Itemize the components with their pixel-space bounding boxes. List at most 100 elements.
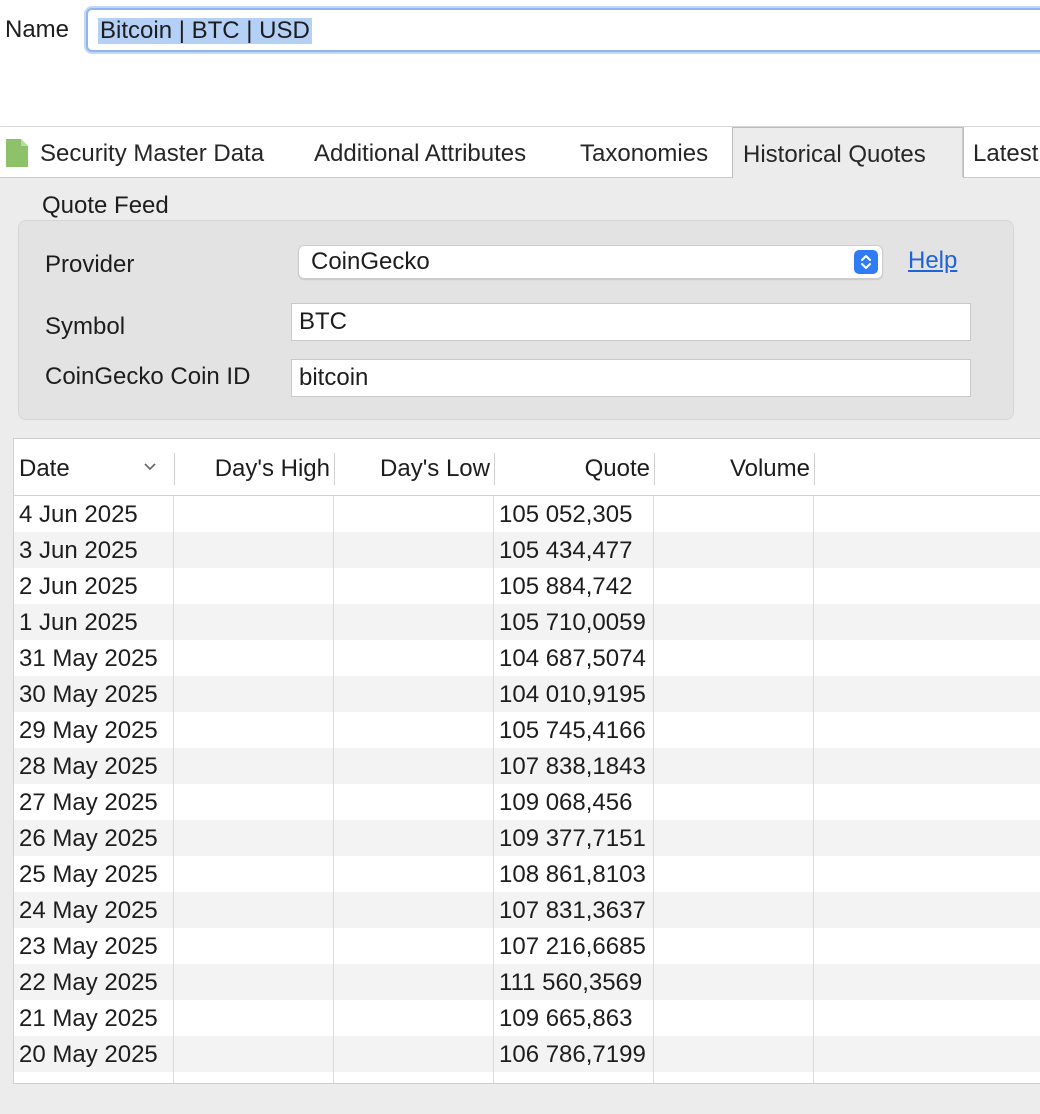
- tab-bar: Security Master Data Additional Attribut…: [0, 127, 1040, 178]
- tab-taxonomies[interactable]: Taxonomies: [570, 127, 718, 177]
- cell-volume: [654, 856, 810, 892]
- name-input-value: Bitcoin | BTC | USD: [98, 17, 312, 44]
- cell-quote: 111 560,3569: [499, 969, 643, 996]
- cell-days-low: [334, 928, 490, 964]
- table-row[interactable]: 22 May 2025 111 560,3569: [14, 964, 1040, 1000]
- cell-days-low: [334, 784, 490, 820]
- column-header-days-high[interactable]: Day's High: [174, 439, 330, 495]
- quote-feed-group: Provider CoinGecko Help Symbol BTC CoinG…: [18, 220, 1014, 420]
- cell-date: 1 Jun 2025: [19, 609, 138, 636]
- cell-days-low: [334, 676, 490, 712]
- cell-date: 4 Jun 2025: [19, 501, 138, 528]
- cell-days-low: [334, 496, 490, 532]
- table-row[interactable]: 29 May 2025 105 745,4166: [14, 712, 1040, 748]
- cell-quote: 107 831,3637: [499, 897, 646, 924]
- table-row[interactable]: 23 May 2025 107 216,6685: [14, 928, 1040, 964]
- name-label: Name: [5, 16, 70, 43]
- cell-volume: [654, 820, 810, 856]
- header-separator: [814, 453, 815, 485]
- cell-volume: [654, 1036, 810, 1072]
- cell-volume: [654, 604, 810, 640]
- up-down-chevron-icon: [854, 250, 878, 274]
- cell-date: 30 May 2025: [19, 681, 158, 708]
- cell-days-high: [174, 712, 330, 748]
- table-row[interactable]: 30 May 2025 104 010,9195: [14, 676, 1040, 712]
- cell-days-high: [174, 1000, 330, 1036]
- quote-feed-title: Quote Feed: [42, 192, 169, 219]
- column-header-quote[interactable]: Quote: [494, 439, 650, 495]
- table-row[interactable]: 4 Jun 2025 105 052,305: [14, 496, 1040, 532]
- name-input[interactable]: Bitcoin | BTC | USD: [86, 8, 1040, 52]
- table-row[interactable]: 3 Jun 2025 105 434,477: [14, 532, 1040, 568]
- table-row[interactable]: 1 Jun 2025 105 710,0059: [14, 604, 1040, 640]
- cell-volume: [654, 784, 810, 820]
- cell-days-low: [334, 604, 490, 640]
- tab-additional-attributes[interactable]: Additional Attributes: [304, 127, 536, 177]
- cell-date: 22 May 2025: [19, 969, 158, 996]
- column-divider: [173, 496, 174, 1083]
- help-link[interactable]: Help: [908, 247, 957, 275]
- cell-days-low: [334, 820, 490, 856]
- cell-volume: [654, 568, 810, 604]
- cell-days-low: [334, 568, 490, 604]
- coin-id-field[interactable]: bitcoin: [291, 359, 971, 397]
- cell-date: 29 May 2025: [19, 717, 158, 744]
- cell-days-low: [334, 640, 490, 676]
- column-header-volume[interactable]: Volume: [654, 439, 810, 495]
- cell-days-high: [174, 1036, 330, 1072]
- cell-days-low: [334, 748, 490, 784]
- cell-days-high: [174, 748, 330, 784]
- cell-days-high: [174, 928, 330, 964]
- cell-date: 3 Jun 2025: [19, 537, 138, 564]
- cell-quote: 109 665,863: [499, 1005, 633, 1032]
- cell-days-low: [334, 1000, 490, 1036]
- cell-volume: [654, 748, 810, 784]
- cell-quote: 105 745,4166: [499, 717, 646, 744]
- cell-days-high: [174, 892, 330, 928]
- cell-quote: 107 216,6685: [499, 933, 646, 960]
- table-row[interactable]: 27 May 2025 109 068,456: [14, 784, 1040, 820]
- table-row[interactable]: 25 May 2025 108 861,8103: [14, 856, 1040, 892]
- cell-date: 31 May 2025: [19, 645, 158, 672]
- cell-quote: 106 786,7199: [499, 1041, 646, 1068]
- cell-date: 21 May 2025: [19, 1005, 158, 1032]
- table-row[interactable]: 24 May 2025 107 831,3637: [14, 892, 1040, 928]
- cell-days-low: [334, 892, 490, 928]
- column-divider: [333, 496, 334, 1083]
- table-row[interactable]: 20 May 2025 106 786,7199: [14, 1036, 1040, 1072]
- table-row[interactable]: 21 May 2025 109 665,863: [14, 1000, 1040, 1036]
- cell-days-high: [174, 604, 330, 640]
- cell-volume: [654, 676, 810, 712]
- table-row[interactable]: 26 May 2025 109 377,7151: [14, 820, 1040, 856]
- cell-days-low: [334, 856, 490, 892]
- tab-historical-quotes[interactable]: Historical Quotes: [732, 127, 964, 178]
- symbol-field-value: BTC: [299, 308, 347, 335]
- cell-days-high: [174, 856, 330, 892]
- column-divider: [493, 496, 494, 1083]
- table-row[interactable]: 28 May 2025 107 838,1843: [14, 748, 1040, 784]
- column-header-days-low[interactable]: Day's Low: [334, 439, 490, 495]
- column-divider: [653, 496, 654, 1083]
- cell-quote: 104 687,5074: [499, 645, 646, 672]
- provider-select[interactable]: CoinGecko: [298, 245, 883, 279]
- cell-date: 20 May 2025: [19, 1041, 158, 1068]
- cell-days-low: [334, 532, 490, 568]
- cell-date: 25 May 2025: [19, 861, 158, 888]
- tab-latest[interactable]: Latest: [962, 127, 1040, 177]
- symbol-field[interactable]: BTC: [291, 303, 971, 341]
- tab-security-master-data[interactable]: Security Master Data: [30, 127, 274, 177]
- cell-days-low: [334, 964, 490, 1000]
- table-body: 4 Jun 2025 105 052,305 3 Jun 2025 105 434,4…: [14, 496, 1040, 1083]
- cell-volume: [654, 892, 810, 928]
- cell-quote: 105 710,0059: [499, 609, 646, 636]
- table-row[interactable]: 31 May 2025 104 687,5074: [14, 640, 1040, 676]
- cell-days-high: [174, 676, 330, 712]
- table-row[interactable]: 2 Jun 2025 105 884,742: [14, 568, 1040, 604]
- cell-days-high: [174, 532, 330, 568]
- cell-volume: [654, 1000, 810, 1036]
- cell-days-high: [174, 568, 330, 604]
- cell-date: 26 May 2025: [19, 825, 158, 852]
- symbol-label: Symbol: [45, 313, 126, 340]
- cell-days-low: [334, 712, 490, 748]
- chevron-down-icon[interactable]: [142, 459, 158, 475]
